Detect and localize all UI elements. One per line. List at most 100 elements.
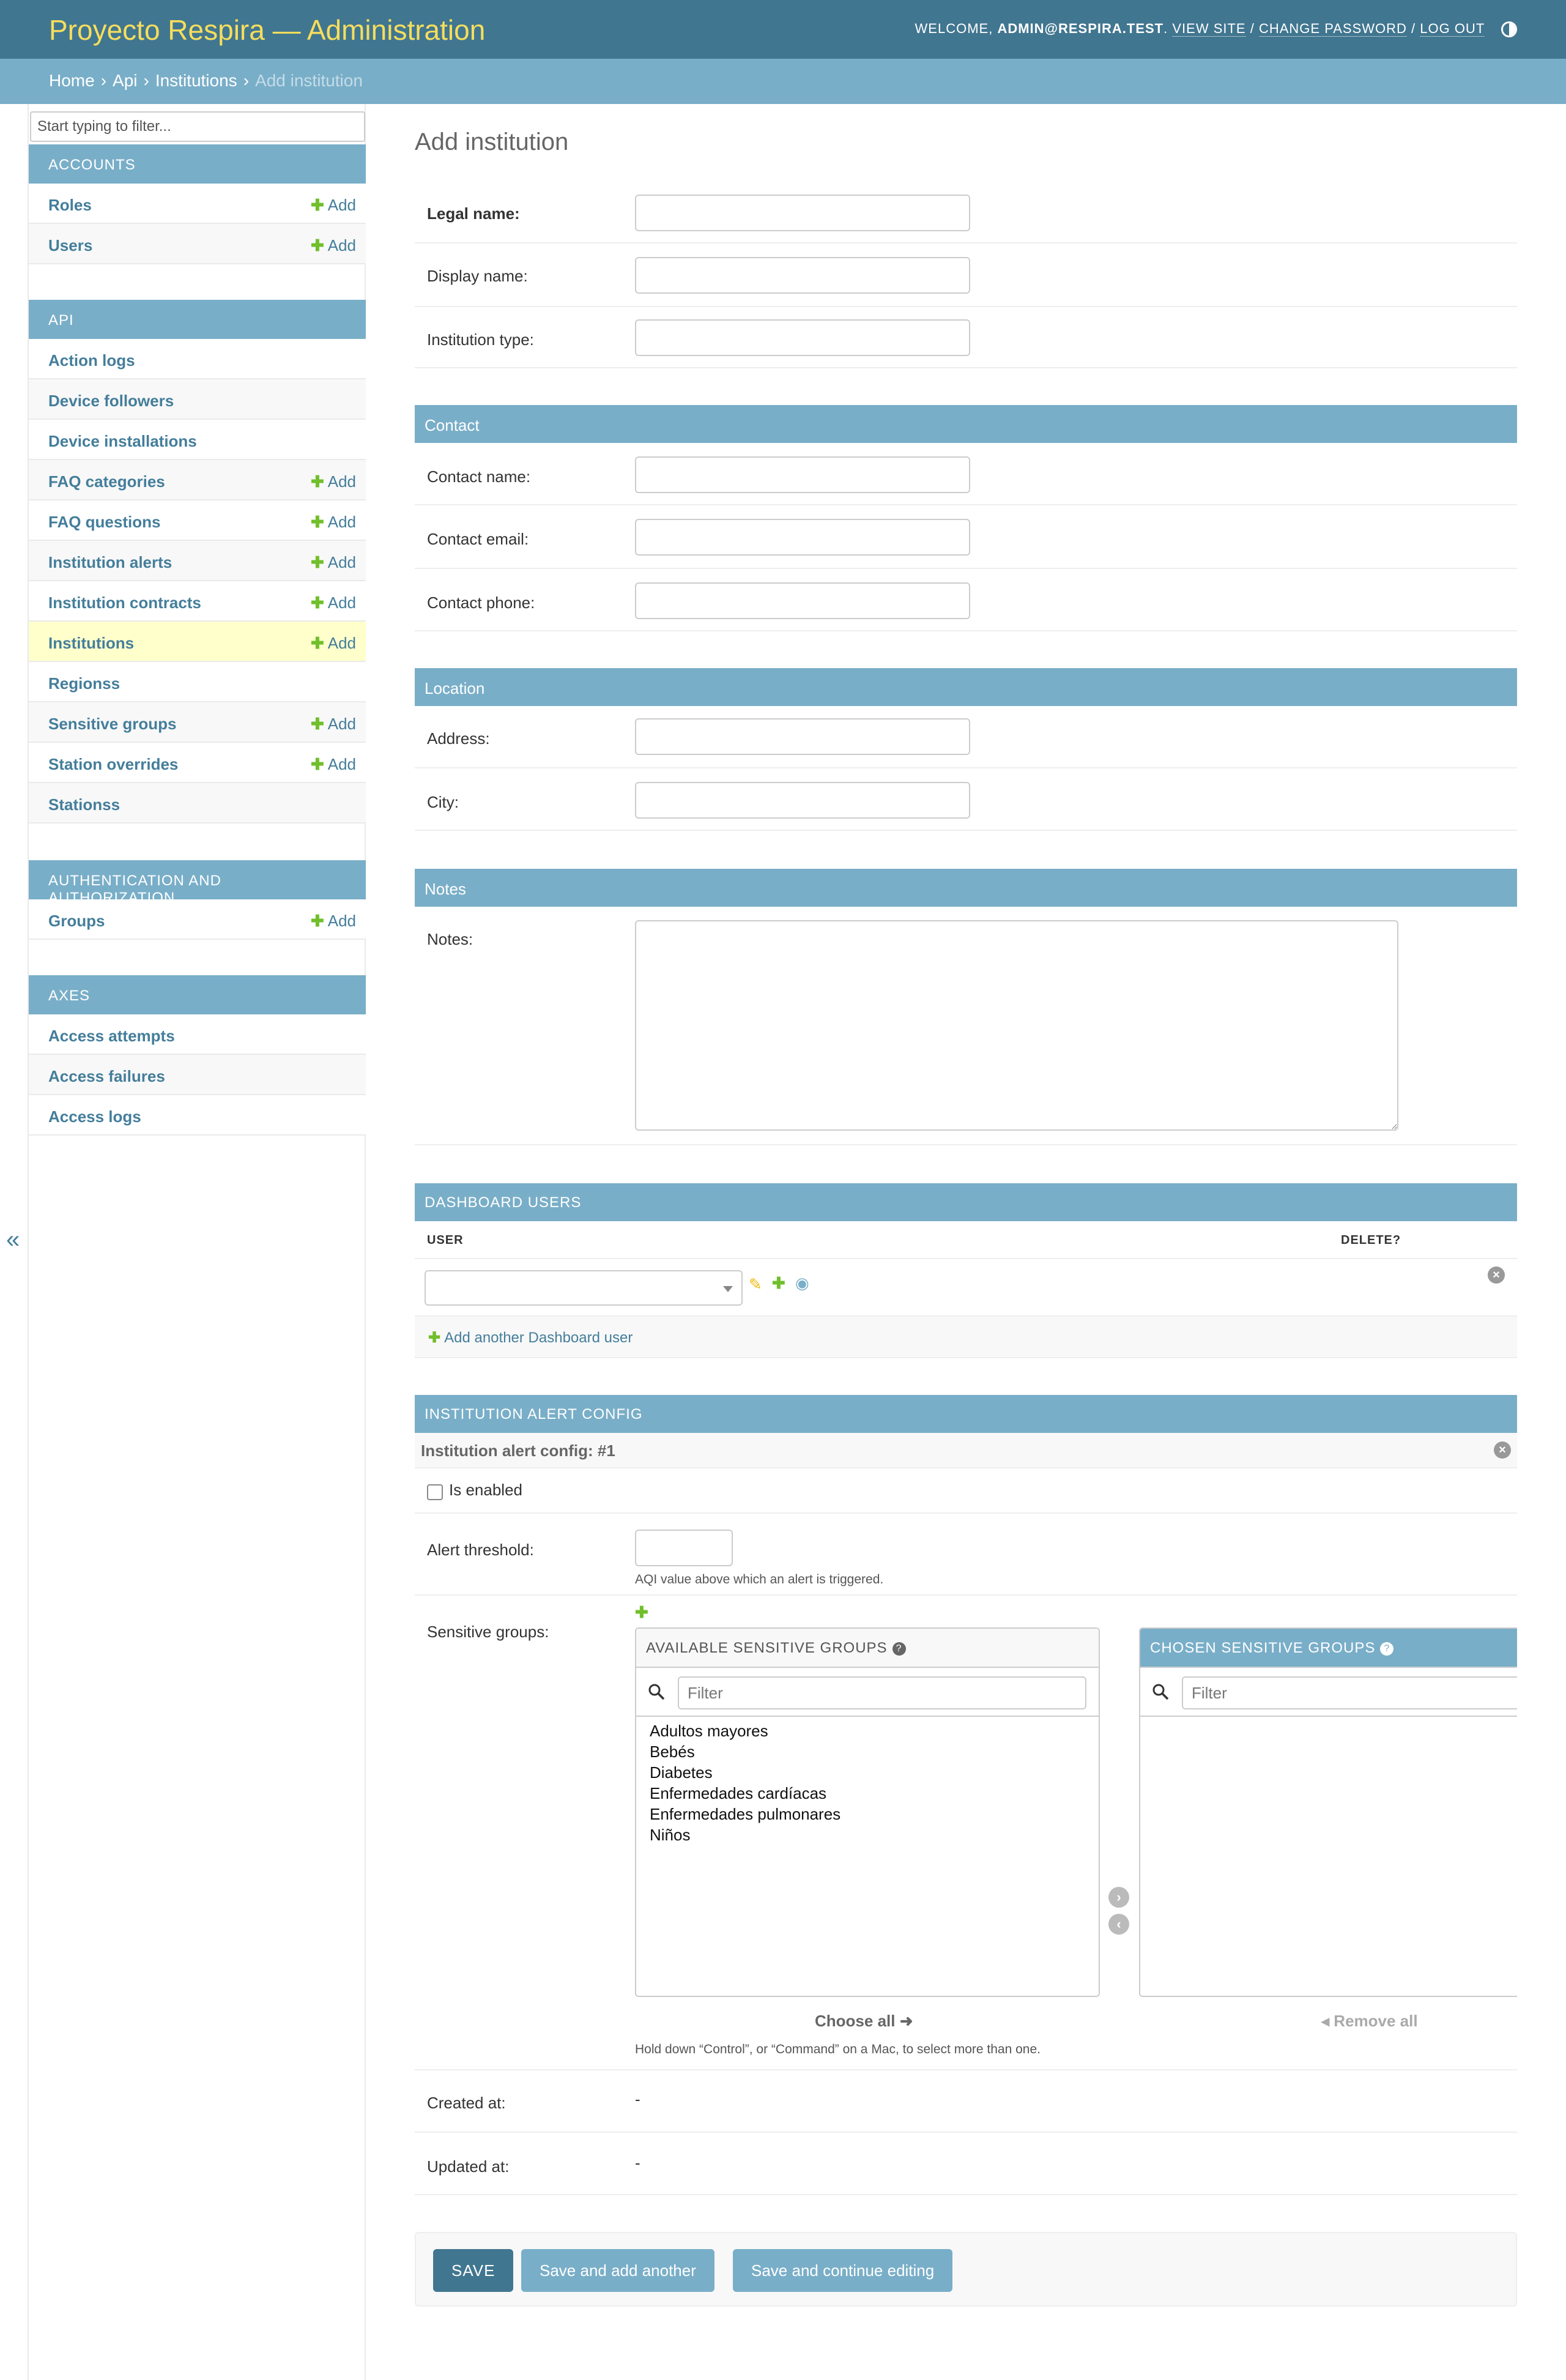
sidebar-item-label[interactable]: Access failures — [48, 1067, 165, 1085]
app-caption-auth[interactable]: AUTHENTICATION AND AUTHORIZATION — [29, 860, 366, 906]
add-sensitive-group-plus-icon[interactable]: ✚ — [635, 1603, 648, 1622]
sidebar-item-device-followers[interactable]: Device followers — [29, 379, 366, 420]
sidebar-item-label[interactable]: Users — [48, 236, 92, 255]
breadcrumb-institutions[interactable]: Institutions — [155, 71, 237, 90]
nav-filter-input[interactable] — [30, 111, 365, 142]
sidebar-item-action-logs[interactable]: Action logs — [29, 339, 366, 379]
sidebar-item-faq-categories[interactable]: FAQ categories ✚ Add — [29, 460, 366, 500]
sidebar-item-device-installations[interactable]: Device installations — [29, 420, 366, 460]
delete-row-icon[interactable]: × — [1488, 1266, 1505, 1284]
sidebar-item-institution-contracts[interactable]: Institution contracts ✚ Add — [29, 581, 366, 622]
add-institutions-link[interactable]: ✚ Add — [311, 634, 356, 653]
add-another-dashboard-user-link[interactable]: Add another Dashboard user — [444, 1329, 633, 1346]
list-item[interactable]: Adultos mayores — [650, 1720, 1085, 1741]
sidebar-item-access-logs[interactable]: Access logs — [29, 1095, 366, 1136]
sidebar-item-label[interactable]: Action logs — [48, 351, 135, 370]
view-site-link[interactable]: VIEW SITE — [1172, 21, 1246, 37]
sidebar-item-regionss[interactable]: Regionss — [29, 662, 366, 702]
breadcrumb-api[interactable]: Api — [113, 71, 137, 90]
sidebar-item-label[interactable]: Access attempts — [48, 1027, 175, 1045]
sidebar-item-label[interactable]: Device installations — [48, 432, 197, 450]
choose-arrow-icon[interactable]: › — [1108, 1887, 1129, 1908]
app-caption-api[interactable]: API — [29, 300, 366, 339]
sidebar-item-users[interactable]: Users ✚ Add — [29, 224, 366, 264]
help-icon[interactable]: ? — [892, 1642, 906, 1656]
sidebar-item-label[interactable]: Institution alerts — [48, 553, 172, 571]
sidebar-item-institutions[interactable]: Institutions ✚ Add — [29, 622, 366, 662]
list-item[interactable]: Enfermedades pulmonares — [650, 1804, 1085, 1824]
app-caption-accounts[interactable]: ACCOUNTS — [29, 144, 366, 184]
help-icon[interactable]: ? — [1380, 1642, 1394, 1656]
sidebar-item-label[interactable]: Access logs — [48, 1107, 141, 1126]
chosen-filter-input[interactable] — [1182, 1676, 1517, 1709]
sidebar-item-label[interactable]: Sensitive groups — [48, 715, 177, 733]
available-filter-input[interactable] — [678, 1676, 1086, 1709]
sidebar-item-label[interactable]: Institution contracts — [48, 593, 201, 612]
is-enabled-checkbox[interactable] — [427, 1484, 443, 1500]
add-roles-link[interactable]: ✚ Add — [311, 196, 356, 215]
display-name-input[interactable] — [635, 257, 970, 294]
add-sensitive-groups-link[interactable]: ✚ Add — [311, 715, 356, 734]
add-dashboard-user-row[interactable]: ✚ Add another Dashboard user — [415, 1317, 1517, 1358]
save-and-continue-button[interactable]: Save and continue editing — [733, 2249, 953, 2292]
contact-phone-input[interactable] — [635, 582, 970, 619]
pencil-icon[interactable]: ✎ — [749, 1275, 762, 1294]
sidebar-item-label[interactable]: Roles — [48, 196, 92, 214]
sidebar-item-label[interactable]: Groups — [48, 912, 105, 930]
sidebar-item-label[interactable]: Stationss — [48, 795, 120, 814]
remove-all-link[interactable]: ◂ Remove all — [1321, 2012, 1418, 2031]
sidebar-item-label[interactable]: Regionss — [48, 674, 120, 693]
inline-title-text: Institution alert config: #1 — [421, 1441, 615, 1460]
add-station-overrides-link[interactable]: ✚ Add — [311, 755, 356, 774]
add-institution-contracts-link[interactable]: ✚ Add — [311, 593, 356, 612]
available-options-list[interactable]: Adultos mayores Bebés Diabetes Enfermeda… — [636, 1717, 1099, 1849]
contact-email-input[interactable] — [635, 519, 970, 556]
sidebar-item-access-failures[interactable]: Access failures — [29, 1055, 366, 1095]
log-out-link[interactable]: LOG OUT — [1420, 21, 1485, 37]
sidebar-item-sensitive-groups[interactable]: Sensitive groups ✚ Add — [29, 702, 366, 743]
remove-arrow-icon[interactable]: ‹ — [1108, 1914, 1129, 1935]
add-faq-categories-link[interactable]: ✚ Add — [311, 472, 356, 491]
site-branding[interactable]: Proyecto Respira — Administration — [49, 13, 485, 46]
save-button[interactable]: SAVE — [433, 2249, 514, 2292]
sidebar-item-roles[interactable]: Roles ✚ Add — [29, 184, 366, 224]
add-institution-alerts-link[interactable]: ✚ Add — [311, 553, 356, 572]
address-input[interactable] — [635, 718, 970, 755]
list-item[interactable]: Niños — [650, 1824, 1085, 1845]
institution-type-input[interactable] — [635, 319, 970, 356]
add-faq-questions-link[interactable]: ✚ Add — [311, 513, 356, 532]
change-password-link[interactable]: CHANGE PASSWORD — [1258, 21, 1407, 37]
save-and-add-another-button[interactable]: Save and add another — [521, 2249, 714, 2292]
sidebar-item-stationss[interactable]: Stationss — [29, 783, 366, 824]
alert-threshold-input[interactable] — [635, 1530, 733, 1566]
add-groups-link[interactable]: ✚ Add — [311, 912, 356, 931]
sidebar-item-groups[interactable]: Groups ✚ Add — [29, 899, 366, 940]
list-item[interactable]: Bebés — [650, 1741, 1085, 1762]
sidebar-item-label[interactable]: FAQ questions — [48, 513, 160, 531]
legal-name-input[interactable] — [635, 195, 970, 231]
sidebar-item-institution-alerts[interactable]: Institution alerts ✚ Add — [29, 541, 366, 581]
chosen-options-list[interactable] — [1140, 1717, 1517, 1724]
sidebar-item-label[interactable]: FAQ categories — [48, 472, 165, 491]
sidebar-item-faq-questions[interactable]: FAQ questions ✚ Add — [29, 500, 366, 541]
add-users-link[interactable]: ✚ Add — [311, 236, 356, 255]
choose-all-link[interactable]: Choose all ➜ — [815, 2012, 913, 2031]
app-caption-axes[interactable]: AXES — [29, 975, 366, 1014]
delete-inline-icon[interactable]: × — [1494, 1441, 1511, 1459]
city-input[interactable] — [635, 782, 970, 819]
theme-toggle-icon[interactable] — [1501, 21, 1517, 38]
contact-name-input[interactable] — [635, 456, 970, 493]
list-item[interactable]: Diabetes — [650, 1762, 1085, 1783]
eye-icon[interactable]: ◉ — [795, 1274, 809, 1293]
sidebar-item-label[interactable]: Institutions — [48, 634, 134, 652]
toggle-sidebar-button[interactable]: « — [6, 1226, 20, 1254]
sidebar-item-label[interactable]: Station overrides — [48, 755, 178, 773]
user-select[interactable] — [425, 1270, 743, 1306]
sidebar-item-station-overrides[interactable]: Station overrides ✚ Add — [29, 743, 366, 783]
breadcrumb-home[interactable]: Home — [49, 71, 95, 90]
list-item[interactable]: Enfermedades cardíacas — [650, 1783, 1085, 1804]
sidebar-item-access-attempts[interactable]: Access attempts — [29, 1014, 366, 1055]
plus-icon[interactable]: ✚ — [772, 1274, 785, 1293]
notes-textarea[interactable] — [635, 920, 1398, 1131]
sidebar-item-label[interactable]: Device followers — [48, 392, 174, 410]
